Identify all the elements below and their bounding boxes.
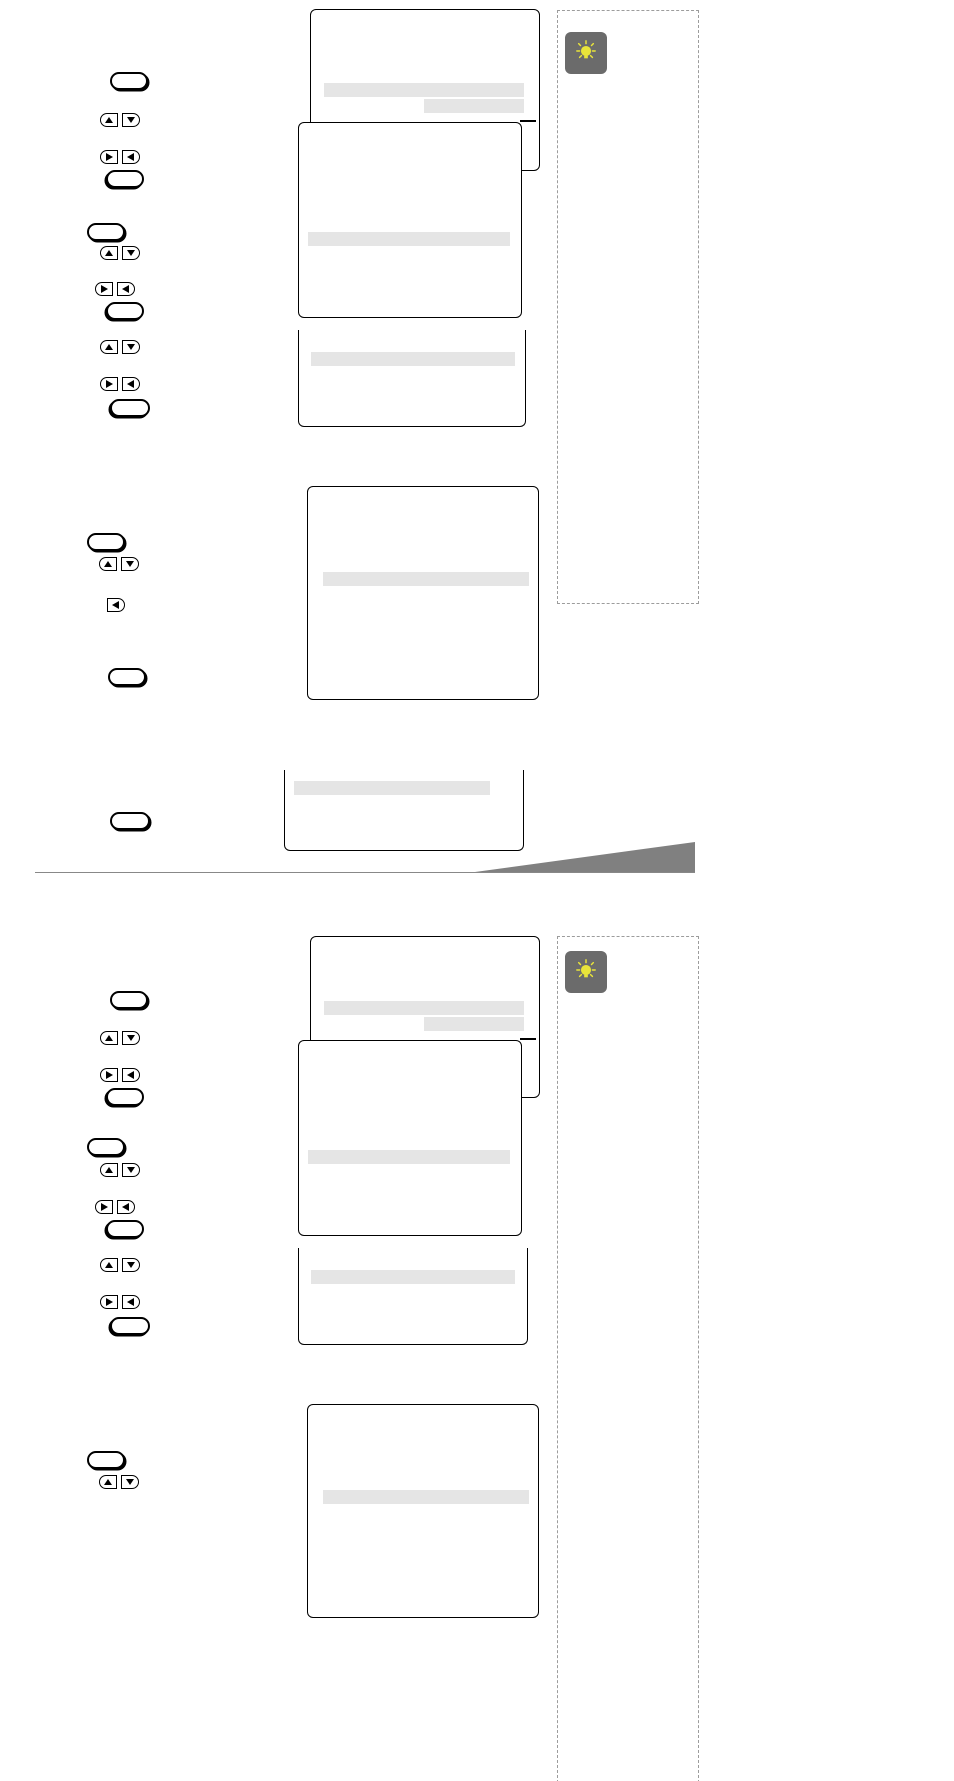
stepper-right-button[interactable] xyxy=(95,282,113,296)
section-divider xyxy=(35,872,695,873)
stepper-down-button[interactable] xyxy=(122,1031,140,1045)
stepper-right-button[interactable] xyxy=(95,1200,113,1214)
stepper-down-button[interactable] xyxy=(122,1163,140,1177)
stepper-left-button[interactable] xyxy=(107,598,125,612)
pill-button[interactable] xyxy=(87,533,125,551)
stepper-left-button[interactable] xyxy=(117,282,135,296)
stepper-up-button[interactable] xyxy=(100,1258,118,1272)
placeholder-card xyxy=(298,330,526,427)
stepper-up-button[interactable] xyxy=(100,340,118,354)
side-panel xyxy=(557,10,699,604)
pill-button[interactable] xyxy=(106,170,144,188)
stepper-up-button[interactable] xyxy=(100,1031,118,1045)
placeholder-text-line xyxy=(311,352,515,366)
placeholder-text-line xyxy=(323,572,529,586)
placeholder-text-line xyxy=(308,232,510,246)
diagram-stage xyxy=(0,0,954,1781)
idea-button[interactable] xyxy=(565,32,607,74)
placeholder-text-line xyxy=(424,1017,524,1031)
placeholder-card xyxy=(298,1248,528,1345)
placeholder-card xyxy=(298,122,522,318)
stepper-left-button[interactable] xyxy=(122,377,140,391)
pill-button[interactable] xyxy=(108,668,146,686)
side-panel xyxy=(557,936,699,1781)
placeholder-card xyxy=(298,1040,522,1236)
stepper-right-button[interactable] xyxy=(100,150,118,164)
stepper-down-button[interactable] xyxy=(122,246,140,260)
stepper-up-button[interactable] xyxy=(99,1475,117,1489)
stepper-up-button[interactable] xyxy=(100,113,118,127)
placeholder-text-line xyxy=(294,781,490,795)
divider-wedge xyxy=(475,842,695,872)
stepper-down-button[interactable] xyxy=(121,1475,139,1489)
stepper-right-button[interactable] xyxy=(100,1068,118,1082)
placeholder-text-line xyxy=(324,1001,524,1015)
stepper-down-button[interactable] xyxy=(122,113,140,127)
pill-button[interactable] xyxy=(110,991,148,1009)
placeholder-text-line xyxy=(324,83,524,97)
pill-button[interactable] xyxy=(87,223,125,241)
stepper-down-button[interactable] xyxy=(122,1258,140,1272)
lightbulb-icon xyxy=(575,959,597,986)
placeholder-text-line xyxy=(308,1150,510,1164)
stepper-up-button[interactable] xyxy=(100,1163,118,1177)
stepper-right-button[interactable] xyxy=(100,1295,118,1309)
stepper-right-button[interactable] xyxy=(100,377,118,391)
pill-button[interactable] xyxy=(110,812,150,830)
lightbulb-icon xyxy=(575,40,597,67)
pill-button[interactable] xyxy=(106,1088,144,1106)
stepper-down-button[interactable] xyxy=(122,340,140,354)
card-top-line xyxy=(520,120,536,122)
stepper-down-button[interactable] xyxy=(121,557,139,571)
stepper-left-button[interactable] xyxy=(122,1068,140,1082)
idea-button[interactable] xyxy=(565,951,607,993)
pill-button[interactable] xyxy=(110,1317,150,1335)
card-top-line xyxy=(520,1038,536,1040)
stepper-left-button[interactable] xyxy=(122,1295,140,1309)
placeholder-card xyxy=(307,1404,539,1618)
stepper-up-button[interactable] xyxy=(100,246,118,260)
placeholder-text-line xyxy=(311,1270,515,1284)
pill-button[interactable] xyxy=(87,1451,125,1469)
stepper-left-button[interactable] xyxy=(117,1200,135,1214)
stepper-up-button[interactable] xyxy=(99,557,117,571)
pill-button[interactable] xyxy=(106,302,144,320)
placeholder-card xyxy=(307,486,539,700)
pill-button[interactable] xyxy=(87,1138,125,1156)
placeholder-text-line xyxy=(424,99,524,113)
pill-button[interactable] xyxy=(110,399,150,417)
stepper-left-button[interactable] xyxy=(122,150,140,164)
pill-button[interactable] xyxy=(106,1220,144,1238)
placeholder-text-line xyxy=(323,1490,529,1504)
pill-button[interactable] xyxy=(110,72,148,90)
